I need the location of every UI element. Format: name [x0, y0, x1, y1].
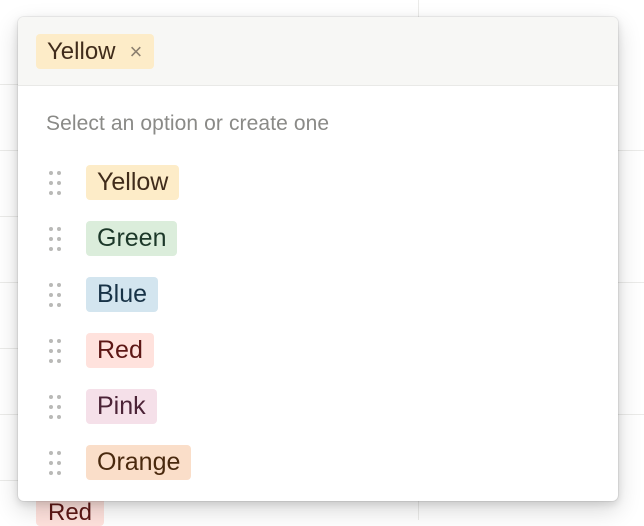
create-option-hint: Select an option or create one — [46, 112, 330, 135]
option-tag-label: Green — [86, 221, 178, 256]
option-red[interactable]: Red — [18, 329, 618, 385]
select-dropdown-panel: Yellow × Select an option or create one … — [18, 17, 618, 501]
option-tag-label: Orange — [86, 445, 192, 480]
option-tag-label: Pink — [86, 389, 157, 424]
drag-handle-icon[interactable] — [49, 395, 63, 419]
drag-handle-icon[interactable] — [49, 227, 63, 251]
drag-handle-icon[interactable] — [49, 283, 63, 307]
drag-handle-icon[interactable] — [49, 339, 63, 363]
option-orange[interactable]: Orange — [18, 441, 618, 497]
option-blue[interactable]: Blue — [18, 273, 618, 329]
option-green[interactable]: Green — [18, 217, 618, 273]
remove-tag-icon[interactable]: × — [130, 40, 143, 63]
option-tag-label: Red — [86, 333, 154, 368]
option-pink[interactable]: Pink — [18, 385, 618, 441]
selected-values-area[interactable]: Yellow × — [18, 17, 618, 86]
option-tag-label: Blue — [86, 277, 159, 312]
drag-handle-icon[interactable] — [49, 171, 63, 195]
option-yellow[interactable]: Yellow — [18, 161, 618, 217]
options-list: Yellow Green Blue Red Pink Orange — [18, 161, 618, 497]
option-tag-label: Yellow — [86, 165, 180, 200]
selected-tag-label: Yellow — [47, 37, 116, 65]
drag-handle-icon[interactable] — [49, 451, 63, 475]
selected-tag-yellow: Yellow × — [36, 34, 155, 69]
